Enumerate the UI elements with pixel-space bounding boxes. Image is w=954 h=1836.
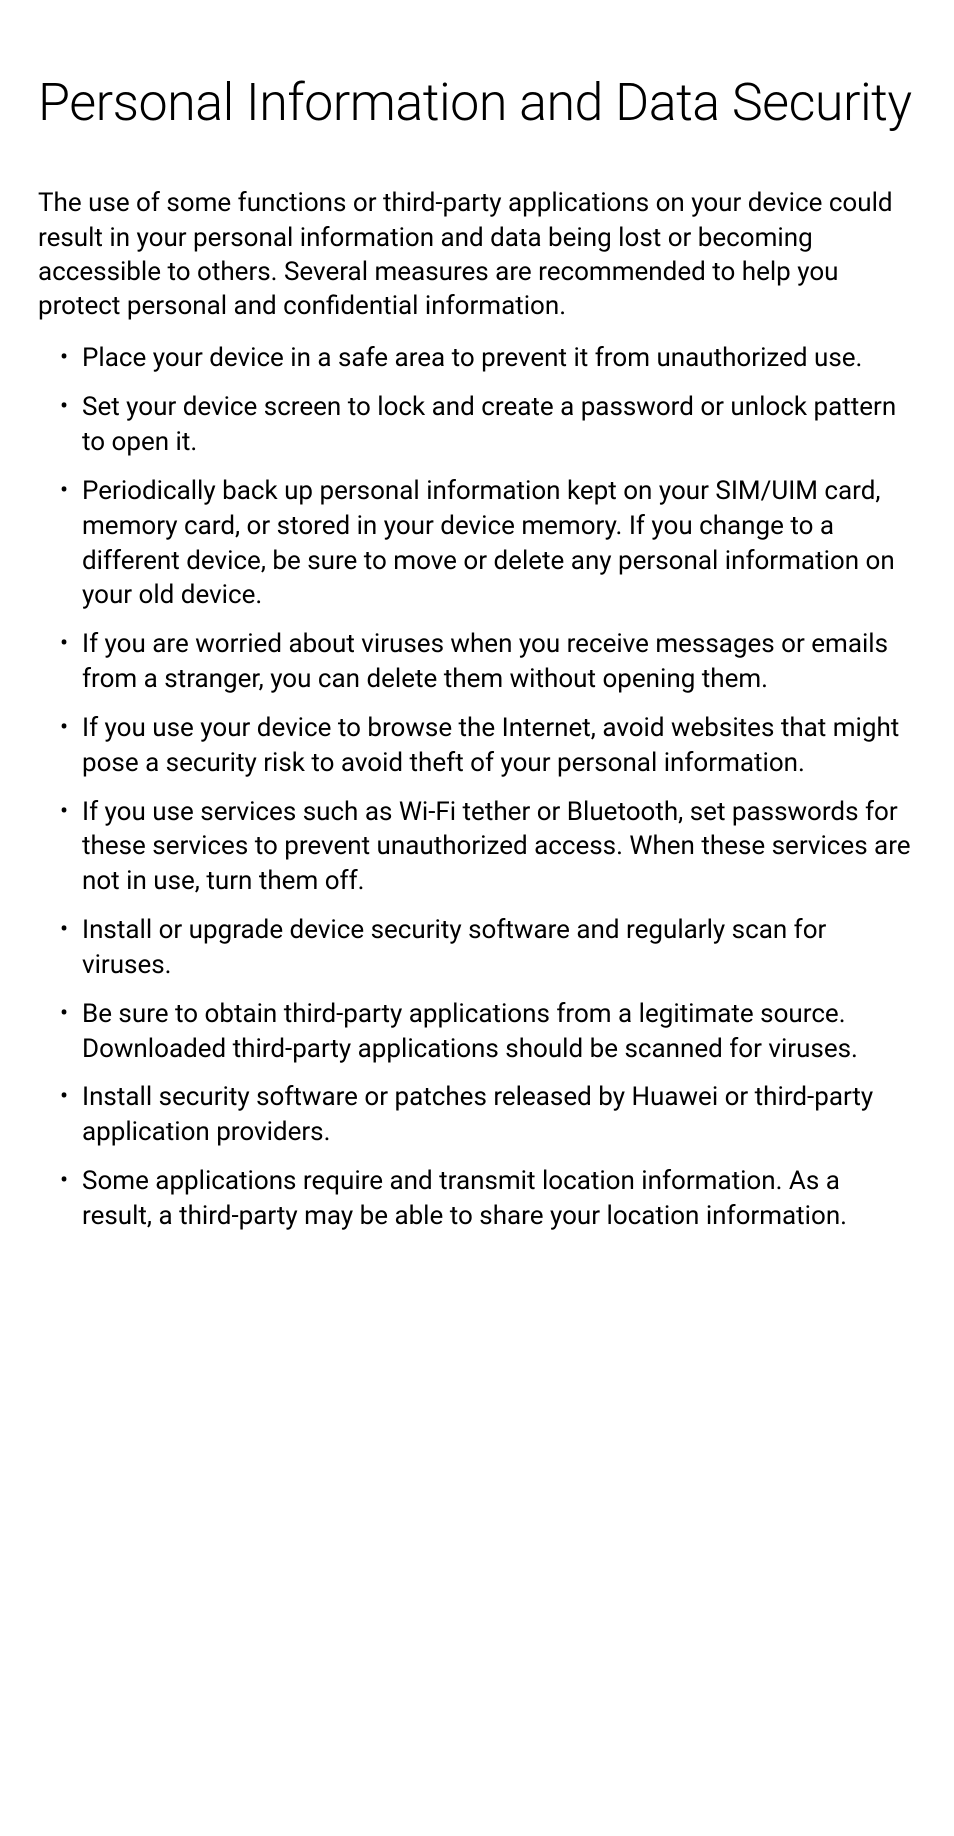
list-item: Set your device screen to lock and creat… [60, 390, 916, 460]
page-title: Personal Information and Data Security [38, 68, 916, 138]
list-item: Install security software or patches rel… [60, 1080, 916, 1150]
list-item: Be sure to obtain third-party applicatio… [60, 997, 916, 1067]
list-item: Place your device in a safe area to prev… [60, 341, 916, 376]
bullet-list: Place your device in a safe area to prev… [38, 341, 916, 1233]
list-item: Install or upgrade device security softw… [60, 913, 916, 983]
list-item: If you are worried about viruses when yo… [60, 627, 916, 697]
intro-paragraph: The use of some functions or third-party… [38, 186, 916, 323]
list-item: Some applications require and transmit l… [60, 1164, 916, 1234]
list-item: Periodically back up personal informatio… [60, 474, 916, 613]
list-item: If you use your device to browse the Int… [60, 711, 916, 781]
list-item: If you use services such as Wi-Fi tether… [60, 795, 916, 899]
